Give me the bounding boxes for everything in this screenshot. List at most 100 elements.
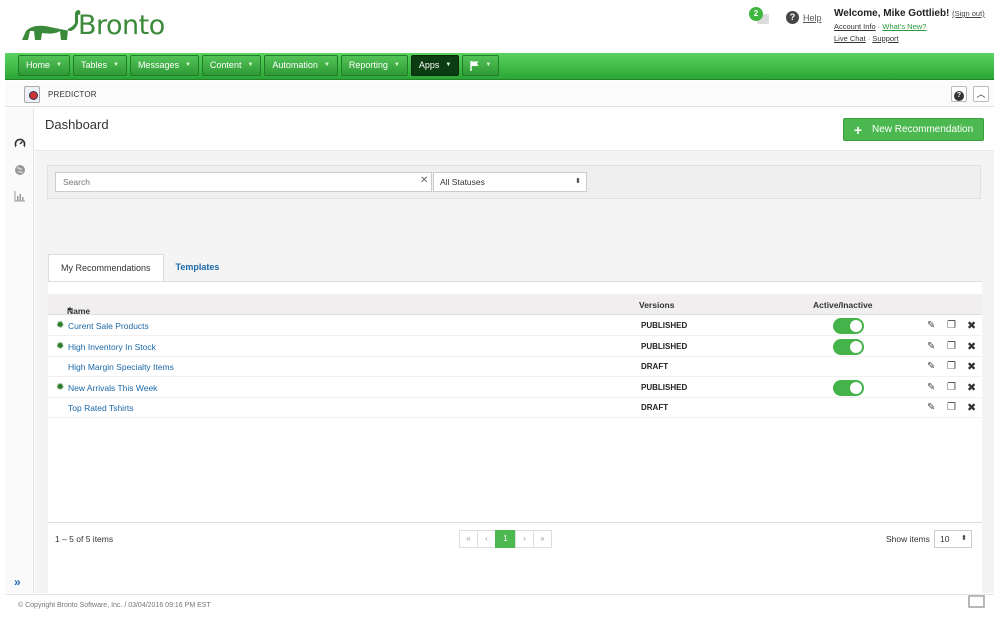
clear-search-icon[interactable]: ✕	[420, 174, 428, 188]
edit-pencil-icon[interactable]: ✎	[927, 340, 935, 354]
welcome-text: Welcome, Mike Gottlieb!	[834, 8, 950, 19]
version-status: PUBLISHED	[641, 341, 688, 351]
edit-pencil-icon[interactable]: ✎	[927, 401, 935, 415]
select-arrows-icon: ⬍	[961, 535, 967, 542]
version-status: DRAFT	[641, 362, 669, 372]
bronto-logo[interactable]: Bronto	[20, 7, 165, 41]
live-chat-link[interactable]: Live Chat	[834, 34, 866, 43]
chevron-down-icon: ▼	[184, 62, 191, 68]
help-label: Help	[803, 12, 822, 23]
show-items-label: Show items	[886, 534, 930, 544]
recommendation-name-link[interactable]: High Margin Specialty Items	[68, 362, 174, 372]
table-row[interactable]: ✹ High Inventory In Stock PUBLISHED ✎ ❐ ✖	[48, 337, 982, 357]
help-link[interactable]: ? Help	[786, 11, 822, 24]
edit-pencil-icon[interactable]: ✎	[927, 360, 935, 374]
nav-label: Reporting	[348, 60, 388, 70]
status-filter-value: All Statuses	[440, 177, 485, 187]
account-info-link[interactable]: Account Info	[834, 22, 876, 31]
recommendation-tabs: My Recommendations Templates	[48, 254, 231, 282]
main-nav: Home ▼ Tables ▼ Messages ▼ Content ▼ Automat…	[5, 53, 994, 80]
column-active: Active/Inactive	[813, 300, 873, 310]
table-row[interactable]: ✹ Curent Sale Products PUBLISHED ✎ ❐ ✖	[48, 316, 982, 336]
sign-out-link[interactable]: (Sign out)	[952, 9, 985, 18]
copy-icon[interactable]: ❐	[947, 381, 956, 395]
nav-content[interactable]: Content ▼	[201, 55, 262, 76]
help-button[interactable]: ?	[951, 86, 967, 102]
nav-label: Messages	[137, 60, 179, 70]
delete-icon[interactable]: ✖	[967, 381, 976, 395]
search-input[interactable]	[55, 172, 432, 192]
nav-apps[interactable]: Apps ▼	[410, 55, 460, 76]
chevron-down-icon: ▼	[323, 62, 330, 68]
active-toggle[interactable]	[833, 318, 864, 334]
table-header: Name ▲ Versions Active/Inactive	[48, 294, 982, 316]
nav-flag[interactable]: ▼	[462, 55, 500, 76]
copy-icon[interactable]: ❐	[947, 340, 956, 354]
delete-icon[interactable]: ✖	[967, 340, 976, 354]
per-page-select[interactable]: 10 ⬍	[934, 530, 972, 548]
last-page-button[interactable]: »	[533, 530, 552, 548]
user-menu: Welcome, Mike Gottlieb! (Sign out) Accou…	[834, 8, 985, 43]
nav-label: Automation	[272, 60, 318, 70]
recommendation-name-link[interactable]: Top Rated Tshirts	[68, 403, 134, 413]
per-page-value: 10	[940, 534, 950, 544]
bar-chart-icon[interactable]	[13, 190, 26, 202]
pagination-bar: 1 – 5 of 5 items « ‹ 1 › » Show items 10…	[48, 522, 982, 554]
app-title: PREDICTOR	[48, 90, 97, 99]
active-toggle[interactable]	[833, 379, 864, 396]
nav-home[interactable]: Home ▼	[18, 55, 70, 76]
active-toggle[interactable]	[833, 338, 864, 355]
new-recommendation-button[interactable]: + New Recommendation	[843, 118, 984, 141]
chevron-down-icon: ▼	[485, 62, 492, 68]
delete-icon[interactable]: ✖	[967, 319, 976, 333]
tab-my-recommendations[interactable]: My Recommendations	[48, 254, 164, 282]
copy-icon[interactable]: ❐	[947, 401, 956, 415]
recommendations-panel: Name ▲ Versions Active/Inactive ✹ Curent …	[48, 281, 982, 594]
question-icon: ?	[786, 11, 799, 24]
edit-pencil-icon[interactable]: ✎	[927, 319, 935, 333]
version-status: DRAFT	[641, 403, 669, 413]
copyright-text: © Copyright Bronto Software, Inc. / 03/0…	[18, 602, 211, 609]
items-summary: 1 – 5 of 5 items	[55, 534, 114, 544]
table-row[interactable]: ✹ New Arrivals This Week PUBLISHED ✎ ❐ ✖	[48, 378, 982, 398]
status-filter-select[interactable]: All Statuses ⬍	[433, 172, 587, 192]
nav-tables[interactable]: Tables ▼	[72, 55, 127, 76]
main-content: Dashboard + New Recommendation ✕ All Sta…	[35, 108, 994, 594]
current-page-button[interactable]: 1	[495, 530, 516, 548]
page-footer: © Copyright Bronto Software, Inc. / 03/0…	[5, 594, 994, 620]
delete-icon[interactable]: ✖	[967, 360, 976, 374]
chevron-down-icon: ▼	[112, 62, 119, 68]
tab-templates[interactable]: Templates	[164, 254, 232, 282]
globe-icon[interactable]	[13, 164, 26, 176]
sort-asc-icon: ▲	[67, 306, 73, 312]
collapse-button[interactable]: ︿	[973, 86, 989, 102]
dinosaur-logo-icon	[22, 9, 81, 40]
copy-icon[interactable]: ❐	[947, 360, 956, 374]
recommendation-name-link[interactable]: Curent Sale Products	[68, 321, 149, 331]
support-link[interactable]: Support	[872, 34, 898, 43]
gear-icon: ✹	[56, 340, 65, 352]
nav-label: Home	[26, 60, 51, 70]
left-rail: »	[5, 108, 34, 593]
recommendation-name-link[interactable]: High Inventory In Stock	[68, 342, 156, 352]
expand-sidebar-icon[interactable]: »	[14, 575, 21, 589]
select-arrows-icon: ⬍	[575, 178, 581, 185]
nav-reporting[interactable]: Reporting ▼	[340, 55, 408, 76]
table-row[interactable]: High Margin Specialty Items DRAFT ✎ ❐ ✖	[48, 357, 982, 378]
nav-automation[interactable]: Automation ▼	[264, 55, 338, 76]
edit-pencil-icon[interactable]: ✎	[927, 381, 935, 395]
copy-icon[interactable]: ❐	[947, 319, 956, 333]
nav-messages[interactable]: Messages ▼	[129, 55, 199, 76]
dashboard-content: ✕ All Statuses ⬍ My Recommendations Temp…	[35, 150, 994, 594]
table-row[interactable]: Top Rated Tshirts DRAFT ✎ ❐ ✖	[48, 398, 982, 419]
whats-new-link[interactable]: What's New?	[882, 22, 926, 31]
fullscreen-icon[interactable]	[968, 595, 985, 608]
chevron-down-icon: ▼	[56, 62, 62, 68]
next-page-button[interactable]: ›	[515, 530, 534, 548]
plus-icon: +	[853, 121, 862, 138]
recommendation-name-link[interactable]: New Arrivals This Week	[68, 383, 157, 393]
first-page-button[interactable]: «	[459, 530, 478, 548]
dashboard-gauge-icon[interactable]	[13, 138, 26, 150]
delete-icon[interactable]: ✖	[967, 401, 976, 415]
prev-page-button[interactable]: ‹	[477, 530, 496, 548]
